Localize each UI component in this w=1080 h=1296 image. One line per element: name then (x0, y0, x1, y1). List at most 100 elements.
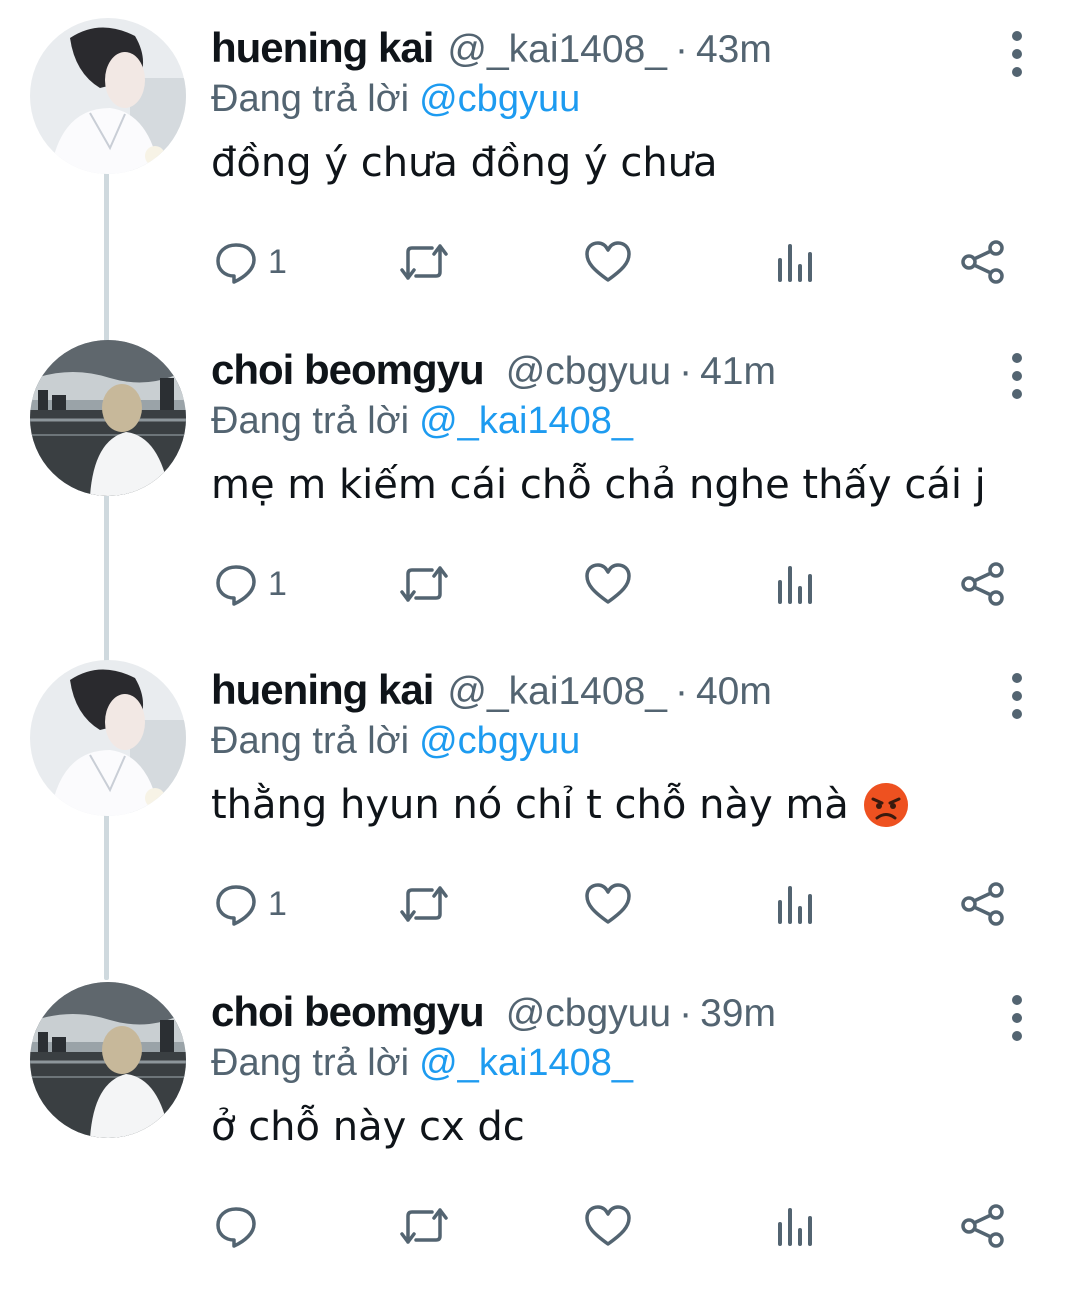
analytics-icon (778, 1208, 812, 1246)
reply-mention-link[interactable]: @cbgyuu (419, 78, 580, 120)
heart-icon (585, 1205, 631, 1246)
share-button[interactable] (960, 1196, 1006, 1256)
replying-to: Đang trả lời @_kai1408_ (211, 400, 633, 443)
reply-mention-link[interactable]: @_kai1408_ (419, 1042, 633, 1084)
share-icon (961, 240, 1004, 284)
replying-label: Đang trả lời (211, 78, 410, 120)
more-options-icon[interactable] (1000, 988, 1034, 1048)
reply-button[interactable]: 1 (214, 874, 287, 934)
display-name[interactable]: choi beomgyu (211, 346, 485, 394)
separator-dot: · (674, 670, 688, 713)
reply-count: 1 (268, 242, 287, 281)
tweet-text-body: đồng ý chưa đồng ý chưa (211, 140, 718, 186)
user-handle[interactable]: @_kai1408_ (447, 28, 667, 72)
tweet-text: thằng hyun nó chỉ t chỗ này mà (211, 782, 909, 828)
separator-dot: · (679, 992, 693, 1035)
like-button[interactable] (584, 554, 632, 614)
avatar[interactable] (30, 660, 186, 816)
user-handle[interactable]: @cbgyuu (506, 992, 671, 1036)
display-name[interactable]: huening kai (211, 666, 434, 714)
timestamp[interactable]: 41m (700, 350, 776, 394)
replying-label: Đang trả lời (211, 400, 410, 442)
avatar[interactable] (30, 982, 186, 1138)
heart-icon (585, 241, 631, 282)
like-button[interactable] (584, 232, 632, 292)
tweet-header: huening kai @_kai1408_ · 40m (211, 666, 772, 722)
retweet-button[interactable] (398, 1196, 450, 1256)
retweet-button[interactable] (398, 232, 450, 292)
reply-button[interactable] (214, 1196, 268, 1256)
heart-icon (585, 883, 631, 924)
replying-label: Đang trả lời (211, 720, 410, 762)
retweet-icon (400, 1208, 448, 1244)
analytics-icon (778, 566, 812, 604)
replying-label: Đang trả lời (211, 1042, 410, 1084)
share-icon (961, 1204, 1004, 1248)
retweet-button[interactable] (398, 554, 450, 614)
tweet[interactable]: huening kai @_kai1408_ · 43m Đang trả lờ… (0, 10, 1080, 332)
retweet-button[interactable] (398, 874, 450, 934)
tweet[interactable]: choi beomgyu @cbgyuu · 41m Đang trả lời @… (0, 332, 1080, 654)
reply-count: 1 (268, 884, 287, 923)
tweet-actions: 1 (0, 554, 1080, 614)
separator-dot: · (679, 350, 693, 393)
tweet-header: choi beomgyu @cbgyuu · 41m (211, 346, 776, 402)
reply-icon (216, 1207, 256, 1248)
share-button[interactable] (960, 874, 1006, 934)
heart-icon (585, 563, 631, 604)
reply-button[interactable]: 1 (214, 554, 287, 614)
tweet-actions: 1 (0, 874, 1080, 934)
share-button[interactable] (960, 554, 1006, 614)
retweet-icon (400, 244, 448, 280)
angry-face-emoji (863, 782, 909, 828)
replying-to: Đang trả lời @_kai1408_ (211, 1042, 633, 1085)
tweet[interactable]: choi beomgyu @cbgyuu · 39m Đang trả lời @… (0, 974, 1080, 1296)
retweet-icon (400, 566, 448, 602)
avatar[interactable] (30, 18, 186, 174)
share-icon (961, 882, 1004, 926)
tweet-actions (0, 1196, 1080, 1256)
replying-to: Đang trả lời @cbgyuu (211, 78, 580, 121)
replying-to: Đang trả lời @cbgyuu (211, 720, 580, 763)
reply-mention-link[interactable]: @cbgyuu (419, 720, 580, 762)
like-button[interactable] (584, 874, 632, 934)
tweet[interactable]: huening kai @_kai1408_ · 40m Đang trả lờ… (0, 652, 1080, 974)
reply-icon (216, 565, 256, 606)
reply-mention-link[interactable]: @_kai1408_ (419, 400, 633, 442)
more-options-icon[interactable] (1000, 666, 1034, 726)
reply-icon (216, 885, 256, 926)
tweet-text: ở chỗ này cx dc (211, 1104, 525, 1150)
more-options-icon[interactable] (1000, 346, 1034, 406)
user-handle[interactable]: @_kai1408_ (447, 670, 667, 714)
tweet-header: huening kai @_kai1408_ · 43m (211, 24, 772, 80)
tweet-text-body: ở chỗ này cx dc (211, 1104, 525, 1150)
share-icon (961, 562, 1004, 606)
retweet-icon (400, 886, 448, 922)
tweet-text-body: mẹ m kiếm cái chỗ chả nghe thấy cái j (211, 462, 986, 508)
tweet-header: choi beomgyu @cbgyuu · 39m (211, 988, 776, 1044)
reply-icon (216, 243, 256, 284)
reply-count: 1 (268, 564, 287, 603)
separator-dot: · (674, 28, 688, 71)
tweet-actions: 1 (0, 232, 1080, 292)
analytics-button[interactable] (776, 1196, 816, 1256)
display-name[interactable]: choi beomgyu (211, 988, 485, 1036)
analytics-button[interactable] (776, 554, 816, 614)
more-options-icon[interactable] (1000, 24, 1034, 84)
like-button[interactable] (584, 1196, 632, 1256)
timestamp[interactable]: 39m (700, 992, 776, 1036)
timestamp[interactable]: 40m (696, 670, 772, 714)
timestamp[interactable]: 43m (696, 28, 772, 72)
share-button[interactable] (960, 232, 1006, 292)
analytics-icon (778, 886, 812, 924)
analytics-button[interactable] (776, 874, 816, 934)
user-handle[interactable]: @cbgyuu (506, 350, 671, 394)
tweet-text-body: thằng hyun nó chỉ t chỗ này mà (211, 782, 849, 828)
tweet-text: đồng ý chưa đồng ý chưa (211, 140, 718, 186)
avatar[interactable] (30, 340, 186, 496)
display-name[interactable]: huening kai (211, 24, 434, 72)
reply-button[interactable]: 1 (214, 232, 287, 292)
tweet-text: mẹ m kiếm cái chỗ chả nghe thấy cái j (211, 462, 986, 508)
analytics-button[interactable] (776, 232, 816, 292)
analytics-icon (778, 244, 812, 282)
